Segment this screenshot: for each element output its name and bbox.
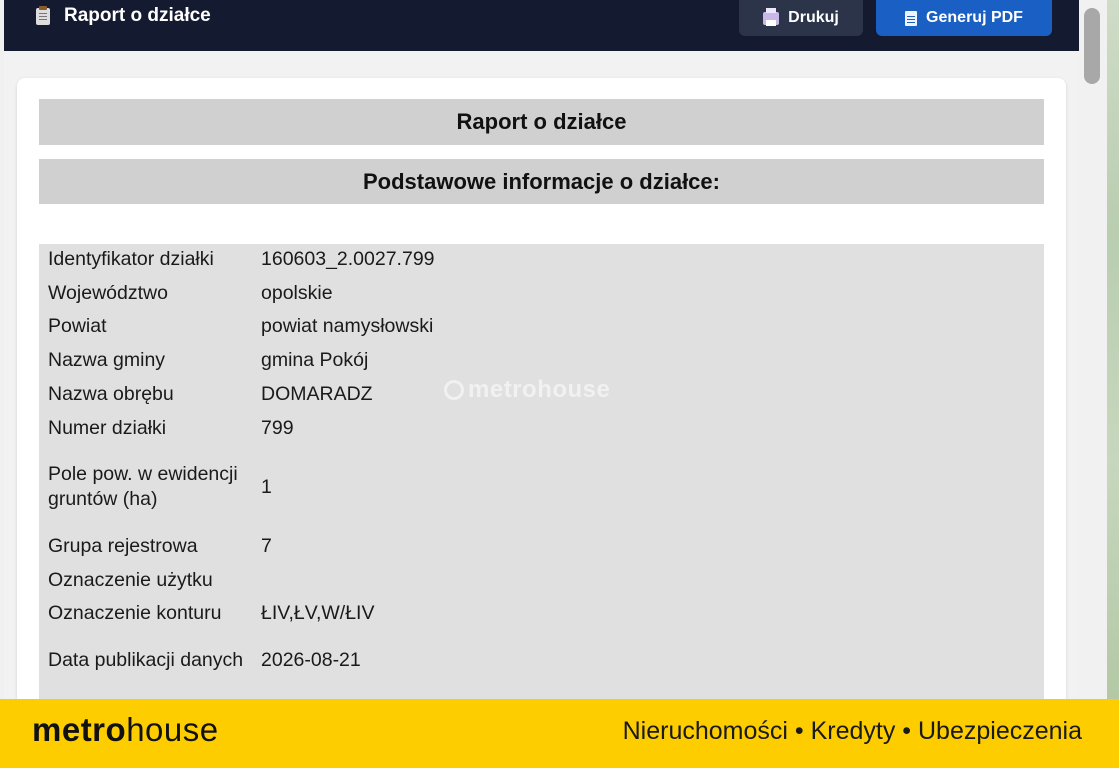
row-label: Numer działki (48, 417, 167, 439)
table-row: Data publikacji danych 2026-08-21 (39, 635, 1044, 685)
row-label: Grupa rejestrowa (48, 535, 198, 557)
print-button-label: Drukuj (788, 9, 839, 26)
brand-logo-bold: metro (32, 711, 127, 748)
row-value: 160603_2.0027.799 (261, 248, 435, 270)
clipboard-icon (36, 5, 50, 25)
row-label: Pole pow. w ewidencji gruntów (ha) (48, 463, 238, 510)
report-modal: Raport o działce Drukuj Generuj PDF Rapo… (4, 0, 1079, 700)
table-row: Numer działki 799 (39, 416, 1044, 441)
table-row: Identyfikator działki 160603_2.0027.799 (39, 247, 1044, 272)
table-row: Województwo opolskie (39, 281, 1044, 306)
table-row: Grupa rejestrowa 7 (39, 534, 1044, 559)
pdf-file-icon (905, 10, 918, 26)
report-title: Raport o działce (39, 99, 1044, 145)
table-row: Nazwa gminy gmina Pokój (39, 348, 1044, 373)
generate-pdf-button[interactable]: Generuj PDF (876, 0, 1052, 36)
row-value: 7 (261, 535, 272, 557)
table-row: Pole pow. w ewidencji gruntów (ha) 1 (39, 449, 1044, 525)
row-label: Oznaczenie konturu (48, 602, 222, 624)
table-row: Oznaczenie użytku (39, 568, 1044, 593)
modal-header: Raport o działce Drukuj Generuj PDF (4, 0, 1079, 51)
generate-pdf-label: Generuj PDF (926, 9, 1023, 26)
row-value: 2026-08-21 (261, 648, 361, 671)
brand-logo: metrohouse (32, 711, 219, 749)
table-row: Powiat powiat namysłowski (39, 314, 1044, 339)
scrollbar-thumb[interactable] (1084, 8, 1100, 84)
modal-title-text: Raport o działce (64, 5, 211, 26)
brand-banner: metrohouse Nieruchomości • Kredyty • Ube… (0, 699, 1119, 768)
row-value: powiat namysłowski (261, 315, 434, 337)
row-label: Województwo (48, 282, 168, 304)
table-row: Oznaczenie konturu ŁIV,ŁV,W/ŁIV (39, 601, 1044, 626)
row-value: 799 (261, 417, 294, 439)
row-value: 1 (261, 475, 272, 498)
row-label: Nazwa obrębu (48, 383, 174, 405)
watermark-brand-light: metro (468, 376, 538, 403)
row-value: opolskie (261, 282, 333, 304)
modal-title: Raport o działce (36, 4, 211, 28)
brand-tagline: Nieruchomości • Kredyty • Ubezpieczenia (622, 717, 1082, 745)
row-label: Powiat (48, 315, 107, 337)
row-label: Data publikacji danych (48, 648, 244, 671)
watermark-circle-icon (444, 380, 464, 400)
scrollbar-track[interactable] (1079, 0, 1107, 700)
print-button[interactable]: Drukuj (739, 0, 863, 36)
printer-icon (763, 7, 780, 26)
row-value: DOMARADZ (261, 383, 373, 405)
row-value: ŁIV,ŁV,W/ŁIV (261, 602, 375, 624)
parcel-info-table: Identyfikator działki 160603_2.0027.799 … (39, 244, 1044, 700)
row-label: Nazwa gminy (48, 349, 166, 371)
watermark-brand-bold: house (537, 376, 611, 403)
watermark-logo: metrohouse (444, 376, 610, 404)
row-label: Oznaczenie użytku (48, 569, 213, 591)
section-title: Podstawowe informacje o działce: (39, 159, 1044, 204)
row-label: Identyfikator działki (48, 248, 214, 270)
row-value: gmina Pokój (261, 349, 369, 371)
brand-logo-light: house (126, 711, 219, 748)
